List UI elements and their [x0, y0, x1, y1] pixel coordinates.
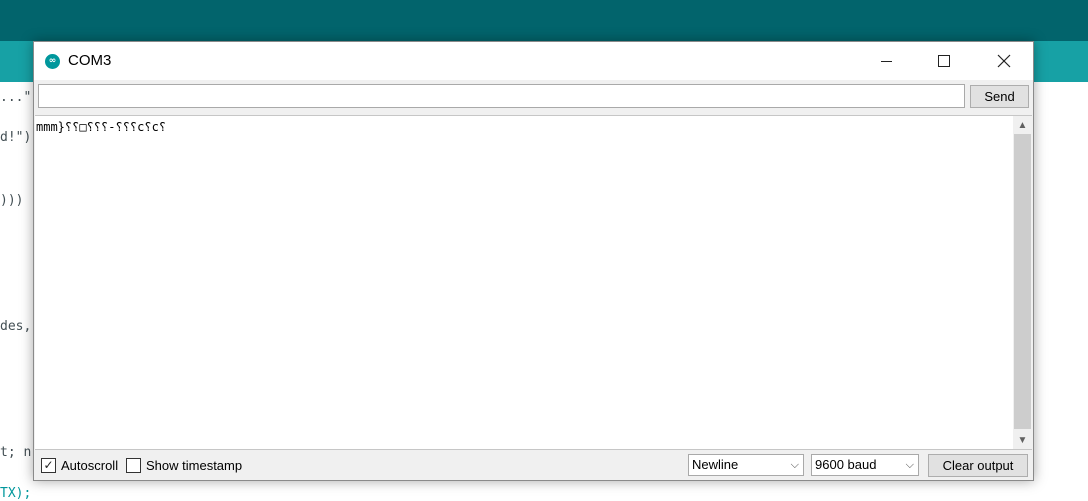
- code-fragment: t; n: [0, 445, 32, 460]
- scroll-up-icon[interactable]: ▲: [1013, 116, 1032, 134]
- chevron-down-icon: ⌵: [905, 459, 914, 471]
- show-timestamp-label: Show timestamp: [146, 457, 243, 473]
- code-fragment: d!"): [0, 130, 32, 145]
- ide-toolbar: [0, 0, 1088, 41]
- line-ending-value: Newline: [692, 457, 739, 472]
- autoscroll-label: Autoscroll: [61, 457, 119, 473]
- title-bar[interactable]: ∞ COM3: [34, 42, 1033, 80]
- show-timestamp-option[interactable]: Show timestamp: [126, 456, 242, 474]
- scroll-down-icon[interactable]: ▼: [1013, 431, 1032, 449]
- serial-monitor-window: ∞ COM3 Send mmm}⸮⸮□⸮⸮⸮-⸮⸮⸮c⸮c⸮ ▲ ▼ ✓ Aut…: [33, 41, 1034, 481]
- serial-output-area[interactable]: mmm}⸮⸮□⸮⸮⸮-⸮⸮⸮c⸮c⸮ ▲ ▼: [35, 115, 1032, 450]
- maximize-button[interactable]: [915, 42, 973, 80]
- baud-rate-select[interactable]: 9600 baud ⌵: [811, 454, 919, 476]
- scrollbar-thumb[interactable]: [1014, 134, 1031, 429]
- chevron-down-icon: ⌵: [790, 459, 799, 471]
- send-button[interactable]: Send: [970, 85, 1029, 108]
- close-icon: [997, 54, 1011, 68]
- code-fragment: ))): [0, 193, 24, 208]
- serial-output-text: mmm}⸮⸮□⸮⸮⸮-⸮⸮⸮c⸮c⸮: [36, 120, 167, 134]
- window-title: COM3: [68, 52, 112, 69]
- line-ending-select[interactable]: Newline ⌵: [688, 454, 804, 476]
- vertical-scrollbar[interactable]: ▲ ▼: [1013, 116, 1032, 449]
- baud-rate-value: 9600 baud: [815, 457, 877, 472]
- arduino-icon: ∞: [45, 54, 60, 69]
- autoscroll-checkbox[interactable]: ✓: [41, 457, 56, 473]
- maximize-icon: [938, 55, 950, 67]
- minimize-button[interactable]: [857, 42, 915, 80]
- checkmark-icon: ✓: [43, 458, 54, 472]
- clear-output-button[interactable]: Clear output: [928, 454, 1028, 477]
- show-timestamp-checkbox[interactable]: [126, 457, 141, 473]
- code-fragment: ...": [0, 90, 32, 105]
- minimize-icon: [880, 60, 892, 62]
- serial-send-input[interactable]: [38, 84, 965, 108]
- close-button[interactable]: [975, 42, 1033, 80]
- autoscroll-option[interactable]: ✓ Autoscroll: [41, 456, 118, 474]
- code-fragment: des,: [0, 319, 32, 334]
